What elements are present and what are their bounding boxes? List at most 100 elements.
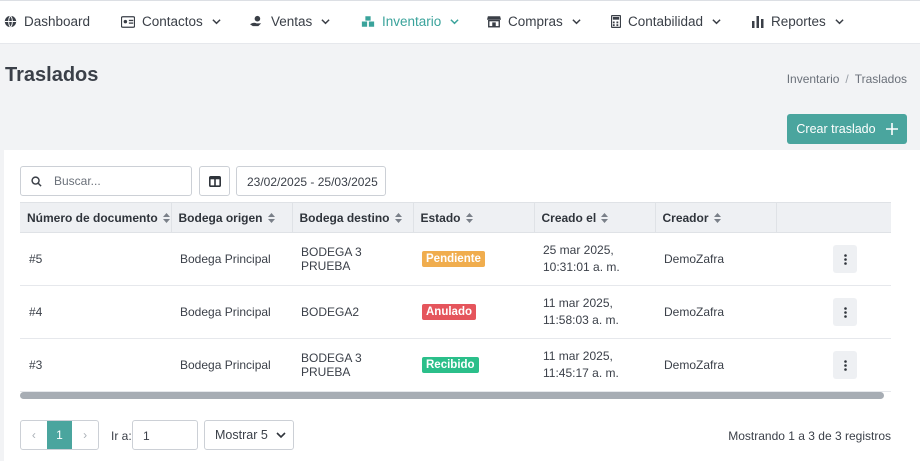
row-actions-button[interactable] (833, 351, 857, 379)
goto-label: Ir a: (111, 429, 132, 443)
column-header-creado[interactable]: Creado el (534, 202, 656, 233)
columns-toggle-button[interactable] (199, 166, 230, 196)
chevron-down-icon (276, 432, 286, 439)
nav-reportes-label: Reportes (771, 14, 826, 29)
prev-page-button[interactable]: ‹ (21, 421, 47, 449)
cell-estado: Anulado (413, 285, 534, 339)
breadcrumb-traslados: Traslados (854, 72, 907, 86)
cell-creador: DemoZafra (655, 232, 776, 286)
column-header-label: Estado (420, 210, 461, 225)
goto-page-input[interactable]: 1 (132, 420, 198, 450)
nav-contabilidad[interactable]: Contabilidad (611, 14, 721, 29)
plus-icon (885, 123, 898, 135)
column-header-label: Creado el (541, 210, 597, 225)
cell-destino: BODEGA 3 PRUEBA (292, 232, 413, 286)
cell-destino: BODEGA 3 PRUEBA (292, 338, 413, 392)
nav-compras[interactable]: Compras (487, 14, 581, 29)
next-page-button[interactable]: › (72, 421, 98, 449)
chevron-down-icon (712, 19, 721, 25)
cell-origen: Bodega Principal (171, 338, 292, 392)
sort-icon (267, 213, 275, 224)
boxes-icon (361, 16, 375, 27)
chevron-down-icon (321, 19, 330, 25)
cell-doc: #3 (20, 338, 171, 392)
chevron-down-icon (450, 19, 459, 25)
status-badge: Pendiente (422, 251, 485, 267)
nav-inventario-label: Inventario (382, 14, 442, 29)
page-title: Traslados (5, 64, 99, 86)
status-badge: Recibido (422, 357, 479, 373)
nav-ventas[interactable]: Ventas (249, 14, 330, 29)
page-size-select[interactable]: Mostrar 5 (204, 420, 294, 450)
transfers-card: 23/02/2025 - 25/03/2025 Número de docume… (4, 150, 920, 461)
store-icon (487, 16, 501, 28)
cell-doc: #5 (20, 232, 171, 286)
nav-contabilidad-label: Contabilidad (628, 14, 704, 29)
nav-dashboard[interactable]: Dashboard (4, 14, 90, 29)
cell-estado: Recibido (413, 338, 534, 392)
status-badge: Anulado (422, 304, 476, 320)
column-header-label: Bodega destino (299, 210, 390, 225)
contact-card-icon (121, 15, 135, 28)
column-header-creador[interactable]: Creador (655, 202, 777, 233)
column-header-label: Bodega origen (178, 210, 263, 225)
row-actions-button[interactable] (833, 245, 857, 273)
search-input[interactable] (54, 174, 174, 188)
nav-ventas-label: Ventas (271, 14, 313, 29)
cell-creador: DemoZafra (655, 285, 776, 339)
cell-creador: DemoZafra (655, 338, 776, 392)
top-nav: Dashboard Contactos Ventas Inventario Co… (0, 0, 920, 44)
table-row[interactable]: #5 Bodega Principal BODEGA 3 PRUEBA Pend… (20, 232, 891, 286)
globe-icon (4, 15, 17, 28)
kebab-icon (843, 253, 847, 265)
cell-actions (776, 232, 891, 286)
horizontal-scrollbar[interactable] (20, 392, 884, 399)
cell-doc: #4 (20, 285, 171, 339)
cell-destino: BODEGA2 (292, 285, 413, 339)
calculator-icon (611, 15, 621, 28)
sort-icon (394, 213, 402, 224)
column-header-origen[interactable]: Bodega origen (171, 202, 293, 233)
nav-inventario[interactable]: Inventario (361, 14, 459, 29)
sort-icon (601, 213, 609, 224)
pagination: ‹ 1 › (20, 420, 99, 450)
columns-icon (208, 175, 221, 187)
column-header-documento[interactable]: Número de documento (20, 202, 172, 233)
search-box[interactable] (20, 166, 192, 196)
breadcrumb-inventario[interactable]: Inventario (787, 72, 840, 86)
cell-origen: Bodega Principal (171, 232, 292, 286)
table-row[interactable]: #4 Bodega Principal BODEGA2 Anulado 11 m… (20, 285, 891, 339)
nav-reportes[interactable]: Reportes (752, 14, 844, 29)
create-transfer-button[interactable]: Crear traslado (787, 114, 907, 144)
sort-icon (162, 213, 170, 224)
sort-icon (465, 213, 473, 224)
table-header-row: Número de documento Bodega origen Bodega… (20, 202, 891, 233)
bar-chart-icon (752, 15, 764, 28)
breadcrumb: Inventario / Traslados (787, 72, 907, 86)
column-header-label: Número de documento (27, 210, 158, 225)
hand-coin-icon (250, 15, 262, 27)
kebab-icon (843, 359, 847, 371)
date-range-input[interactable]: 23/02/2025 - 25/03/2025 (236, 166, 386, 196)
cell-origen: Bodega Principal (171, 285, 292, 339)
cell-creado: 11 mar 2025, 11:58:03 a. m. (534, 285, 655, 339)
chevron-down-icon (572, 19, 581, 25)
chevron-down-icon (212, 19, 221, 25)
search-icon (31, 175, 42, 187)
nav-dashboard-label: Dashboard (24, 14, 91, 29)
cell-estado: Pendiente (413, 232, 534, 286)
cell-actions (776, 338, 891, 392)
nav-contactos[interactable]: Contactos (121, 14, 221, 29)
create-transfer-label: Crear traslado (796, 122, 876, 136)
page-button-1[interactable]: 1 (46, 421, 73, 449)
breadcrumb-separator: / (845, 72, 849, 86)
column-header-destino[interactable]: Bodega destino (292, 202, 414, 233)
sort-icon (713, 213, 721, 224)
chevron-down-icon (835, 19, 844, 25)
column-header-estado[interactable]: Estado (413, 202, 535, 233)
table-row[interactable]: #3 Bodega Principal BODEGA 3 PRUEBA Reci… (20, 338, 891, 392)
nav-contactos-label: Contactos (142, 14, 203, 29)
row-actions-button[interactable] (833, 298, 857, 326)
cell-actions (776, 285, 891, 339)
column-header-actions (776, 202, 891, 233)
